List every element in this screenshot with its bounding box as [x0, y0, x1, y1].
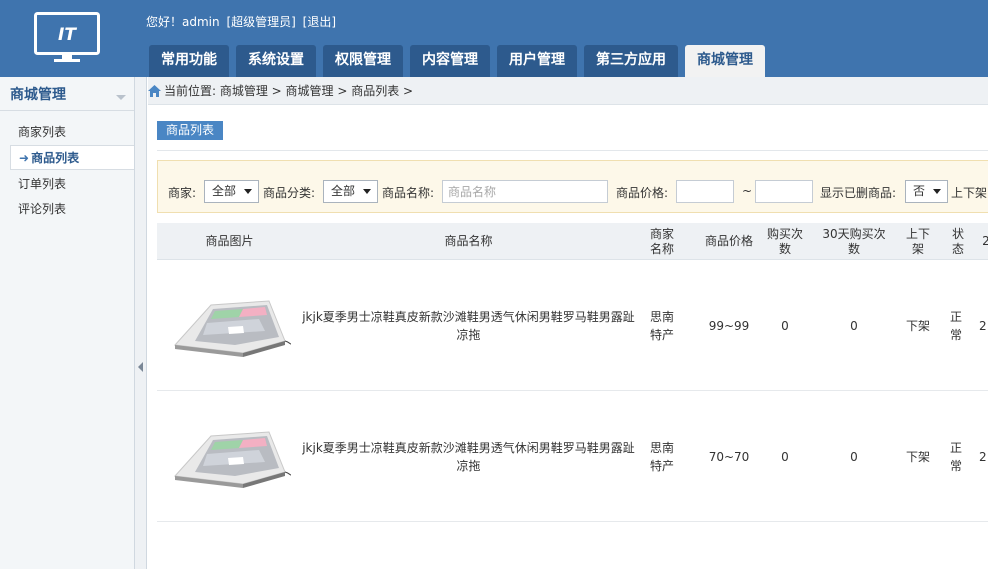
- cell-price: 99~99: [708, 318, 750, 333]
- cell-buys30: 0: [850, 318, 858, 333]
- cell-buys30: 0: [850, 449, 858, 464]
- col-price: 商品价格: [705, 234, 754, 248]
- tab-mall[interactable]: 商城管理: [685, 45, 765, 77]
- tab-system-settings[interactable]: 系统设置: [236, 45, 316, 77]
- tab-third-party[interactable]: 第三方应用: [584, 45, 678, 77]
- keyboard-image[interactable]: [173, 297, 291, 359]
- chevron-down-icon: [116, 95, 126, 100]
- cell-price: 70~70: [708, 449, 750, 464]
- col-buys: 购买次数: [766, 226, 803, 256]
- sidebar-item-comments[interactable]: 评论列表: [0, 197, 134, 222]
- cell-buys: 0: [781, 318, 789, 333]
- table-header: 商品图片 商品名称 商家名称 商品价格 购买次数 30天购买次数 上下架 状态 …: [157, 223, 988, 260]
- cell-status: 正常: [949, 309, 962, 342]
- cell-merchant: 思南特产: [649, 309, 674, 342]
- tab-users[interactable]: 用户管理: [497, 45, 577, 77]
- cell-name[interactable]: jkjk夏季男士凉鞋真皮新款沙滩鞋男透气休闲男鞋罗马鞋男露趾凉拖: [302, 391, 635, 522]
- home-icon: [148, 85, 161, 97]
- product-name-label: 商品名称:: [382, 186, 435, 200]
- filter-bar: 商家: 全部 商品分类: 全部 商品名称: 商品价格: ~ 显示已删商品: 否 …: [157, 160, 988, 213]
- merchant-select[interactable]: 全部: [204, 180, 259, 203]
- sidebar-item-merchants[interactable]: 商家列表: [0, 120, 134, 145]
- sidebar-item-products[interactable]: ➜ 商品列表: [10, 145, 134, 170]
- sidebar-title[interactable]: 商城管理: [0, 77, 134, 111]
- dropdown-arrow-icon: [933, 189, 941, 194]
- col-extra: 2: [982, 234, 988, 248]
- table-row: jkjk夏季男士凉鞋真皮新款沙滩鞋男透气休闲男鞋罗马鞋男露趾凉拖 思南特产 70…: [157, 391, 988, 522]
- price-max-input[interactable]: [755, 180, 813, 203]
- col-shelf: 上下架: [905, 226, 930, 256]
- user-greeting: 您好！admin [超级管理员] [退出]: [146, 13, 339, 30]
- price-separator: ~: [742, 184, 753, 198]
- dropdown-arrow-icon: [363, 189, 371, 194]
- category-select[interactable]: 全部: [323, 180, 378, 203]
- cell-extra: 2: [979, 449, 987, 464]
- show-deleted-value: 否: [913, 184, 926, 198]
- cell-shelf: 下架: [905, 318, 930, 333]
- sidebar-item-label: 商品列表: [31, 151, 80, 165]
- merchant-select-value: 全部: [212, 184, 237, 198]
- logo-text: IT: [58, 25, 77, 45]
- tab-content[interactable]: 内容管理: [410, 45, 490, 77]
- arrow-right-icon: ➜: [19, 151, 30, 165]
- top-header: IT 您好！admin [超级管理员] [退出] 常用功能 系统设置 权限管理 …: [0, 0, 988, 77]
- cell-buys: 0: [781, 449, 789, 464]
- cell-shelf: 下架: [905, 449, 930, 464]
- cell-merchant: 思南特产: [649, 440, 674, 473]
- tab-permissions[interactable]: 权限管理: [323, 45, 403, 77]
- category-label: 商品分类:: [263, 186, 316, 200]
- breadcrumb-text: 当前位置: 商城管理 > 商城管理 > 商品列表 >: [164, 84, 414, 98]
- tab-common[interactable]: 常用功能: [149, 45, 229, 77]
- col-name: 商品名称: [444, 234, 493, 248]
- divider: [157, 150, 988, 151]
- sidebar-collapse-bar[interactable]: [135, 77, 147, 569]
- col-image: 商品图片: [205, 234, 254, 248]
- sidebar-title-text: 商城管理: [10, 87, 66, 103]
- cell-status: 正常: [949, 440, 962, 473]
- show-deleted-select[interactable]: 否: [905, 180, 948, 203]
- col-status: 状态: [951, 226, 964, 256]
- shelf-status-label: 上下架: [951, 186, 988, 200]
- greeting-hello: 您好！admin: [146, 15, 220, 29]
- cell-name[interactable]: jkjk夏季男士凉鞋真皮新款沙滩鞋男透气休闲男鞋罗马鞋男露趾凉拖: [302, 260, 635, 391]
- cell-extra: 2: [979, 318, 987, 333]
- user-role-link[interactable]: [超级管理员]: [226, 15, 295, 29]
- dropdown-arrow-icon: [244, 189, 252, 194]
- sidebar-item-orders[interactable]: 订单列表: [0, 172, 134, 197]
- breadcrumb: 当前位置: 商城管理 > 商城管理 > 商品列表 >: [148, 77, 988, 105]
- table-row: jkjk夏季男士凉鞋真皮新款沙滩鞋男透气休闲男鞋罗马鞋男露趾凉拖 思南特产 99…: [157, 260, 988, 391]
- price-label: 商品价格:: [616, 186, 669, 200]
- show-deleted-label: 显示已删商品:: [820, 186, 897, 200]
- merchant-label: 商家:: [168, 186, 197, 200]
- main-nav-tabs: 常用功能 系统设置 权限管理 内容管理 用户管理 第三方应用 商城管理: [149, 45, 772, 77]
- collapse-arrow-icon: [138, 362, 143, 372]
- col-buys30: 30天购买次数: [822, 226, 886, 256]
- page-title-tag: 商品列表: [157, 121, 224, 140]
- keyboard-image[interactable]: [173, 428, 291, 490]
- product-name-input[interactable]: [442, 180, 608, 203]
- col-merchant: 商家名称: [649, 226, 674, 256]
- category-select-value: 全部: [331, 184, 356, 198]
- logout-link[interactable]: [退出]: [303, 15, 336, 29]
- price-min-input[interactable]: [676, 180, 734, 203]
- monitor-logo-icon: IT: [34, 12, 100, 62]
- sidebar: 商城管理 商家列表 ➜ 商品列表 订单列表 评论列表: [0, 77, 135, 569]
